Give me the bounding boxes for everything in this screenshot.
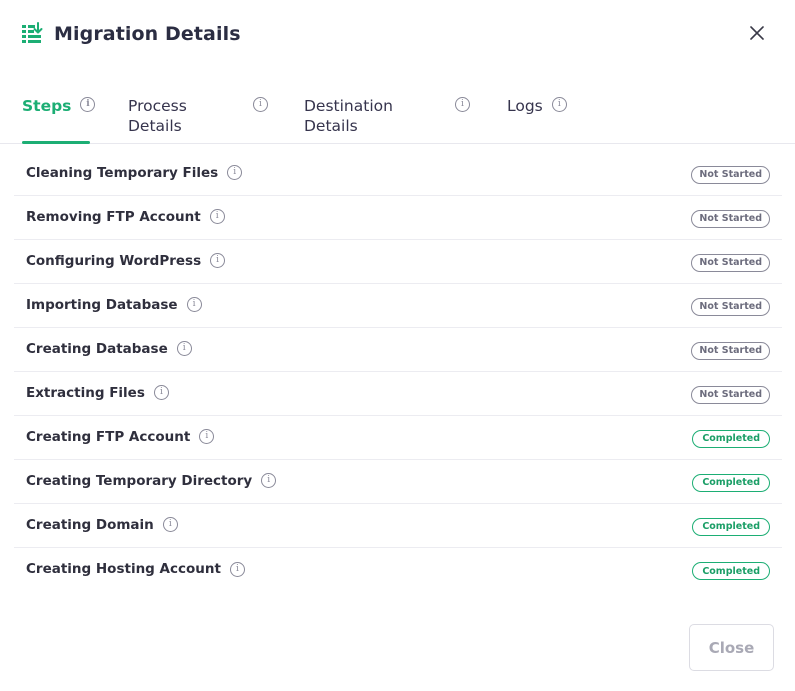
info-icon[interactable]: i: [253, 97, 268, 112]
status-badge: Not Started: [691, 297, 770, 316]
list-item: Cleaning Temporary Files i Not Started: [14, 152, 782, 196]
list-item: Importing Database i Not Started: [14, 284, 782, 328]
step-name: Creating Hosting Account: [26, 561, 221, 577]
list-item: Configuring WordPress i Not Started: [14, 240, 782, 284]
tab-destination-details[interactable]: Destination Details i: [304, 90, 470, 144]
list-item: Creating FTP Account i Completed: [14, 416, 782, 460]
step-name: Creating FTP Account: [26, 428, 191, 445]
info-icon[interactable]: i: [176, 341, 192, 356]
list-item: Creating Hosting Account i Completed: [14, 548, 782, 592]
info-icon[interactable]: i: [80, 97, 96, 112]
info-icon[interactable]: i: [551, 97, 567, 112]
info-icon[interactable]: i: [153, 385, 169, 400]
tab-label: Logs: [507, 97, 543, 115]
list-item: Extracting Files i Not Started: [14, 372, 782, 416]
info-icon[interactable]: i: [455, 97, 470, 112]
tab-label: Process Details: [128, 97, 187, 135]
tab-label: Destination Details: [304, 97, 393, 135]
list-item: Creating Database i Not Started: [14, 328, 782, 372]
status-badge: Not Started: [691, 253, 770, 272]
tab-process-details[interactable]: Process Details i: [128, 90, 268, 144]
info-icon[interactable]: i: [210, 253, 226, 268]
info-icon[interactable]: i: [229, 561, 245, 577]
info-icon[interactable]: i: [209, 209, 225, 224]
info-icon[interactable]: i: [227, 165, 243, 180]
migration-details-dialog: Migration Details Steps i Process Detail…: [0, 0, 795, 691]
status-badge: Not Started: [691, 385, 770, 404]
info-icon[interactable]: i: [199, 429, 215, 444]
status-badge: Not Started: [691, 165, 770, 184]
list-item: Creating Temporary Directory i Completed: [14, 460, 782, 504]
step-name: Extracting Files: [26, 384, 145, 401]
tab-bar: Steps i Process Details i Destination De…: [0, 90, 795, 144]
info-icon[interactable]: i: [186, 297, 202, 312]
migration-icon: [21, 22, 43, 46]
dialog-header: Migration Details: [21, 20, 241, 48]
step-name: Creating Database: [26, 340, 168, 357]
status-badge: Not Started: [691, 209, 770, 228]
step-name: Creating Domain: [26, 516, 154, 533]
step-name: Configuring WordPress: [26, 252, 202, 269]
status-badge: Completed: [692, 517, 770, 536]
status-badge: Completed: [692, 562, 770, 580]
step-name: Importing Database: [26, 296, 178, 313]
step-name: Cleaning Temporary Files: [26, 164, 219, 181]
dialog-title: Migration Details: [54, 23, 241, 45]
close-icon[interactable]: [746, 22, 768, 44]
list-item: Removing FTP Account i Not Started: [14, 196, 782, 240]
status-badge: Completed: [692, 429, 770, 448]
steps-list: Cleaning Temporary Files i Not Started Re…: [14, 152, 782, 592]
info-icon[interactable]: i: [162, 517, 178, 532]
status-badge: Completed: [692, 473, 770, 492]
tab-steps[interactable]: Steps i: [22, 90, 96, 144]
close-button[interactable]: Close: [689, 624, 774, 671]
status-badge: Not Started: [691, 341, 770, 360]
step-name: Removing FTP Account: [26, 208, 201, 225]
step-name: Creating Temporary Directory: [26, 472, 253, 489]
tab-label: Steps: [22, 97, 72, 115]
tab-logs[interactable]: Logs i: [507, 90, 569, 144]
info-icon[interactable]: i: [261, 473, 277, 488]
list-item: Creating Domain i Completed: [14, 504, 782, 548]
